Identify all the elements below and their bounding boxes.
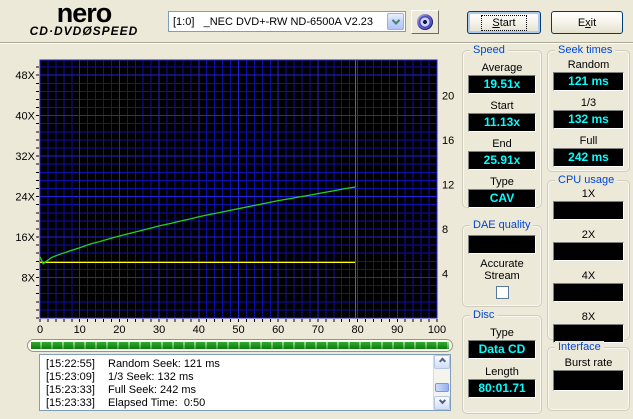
cpu-8x-label: 8X	[581, 311, 596, 323]
nero-cd-dvd-speed-logo: nero CD·DVDØSPEED	[6, 0, 162, 41]
full-seek-value: 242 ms	[553, 148, 624, 167]
dae-quality-group: DAE quality Accurate Stream	[462, 219, 542, 307]
dropdown-arrow-button[interactable]	[387, 13, 404, 30]
dae-quality-value	[468, 235, 536, 254]
chevron-up-icon	[438, 357, 446, 365]
svg-text:30: 30	[153, 324, 165, 336]
cpu-4x-value	[553, 283, 624, 302]
accurate-stream-checkbox[interactable]	[495, 286, 509, 299]
svg-text:48X: 48X	[15, 70, 35, 82]
interface-group-title: Interface	[555, 341, 604, 353]
scroll-up-button[interactable]	[434, 355, 450, 369]
cpu-usage-group-title: CPU usage	[555, 174, 618, 186]
disc-group: Disc Type Data CD Length 80:01.71	[462, 309, 542, 414]
cpu-usage-group: CPU usage 1X 2X 4X 8X	[547, 174, 630, 343]
svg-text:90: 90	[391, 324, 403, 336]
scrollbar-thumb[interactable]	[435, 383, 449, 392]
average-speed-label: Average	[481, 62, 523, 74]
svg-text:40X: 40X	[15, 111, 35, 123]
nero-cd-dvd-speed-window: nero CD·DVDØSPEED [1:0] _NEC DVD+-RW ND-…	[0, 0, 633, 419]
test-progress-fill	[31, 342, 449, 349]
cd-disc-icon	[417, 14, 433, 30]
svg-text:4: 4	[442, 269, 448, 281]
toolbar-separator	[0, 42, 633, 44]
end-speed-label: End	[492, 138, 512, 150]
svg-text:8: 8	[442, 224, 448, 236]
disc-glyph-icon: Ø	[82, 24, 93, 38]
log-line: [15:23:33] Full Seek: 242 ms	[46, 384, 197, 396]
start-speed-value: 11.13x	[468, 113, 536, 132]
svg-text:10: 10	[74, 324, 86, 336]
cpu-4x-label: 4X	[581, 270, 596, 282]
speed-type-value: CAV	[468, 189, 536, 208]
scroll-down-button[interactable]	[434, 396, 450, 410]
cpu-1x-value	[553, 201, 624, 220]
svg-text:50: 50	[232, 324, 244, 336]
svg-text:12: 12	[442, 180, 454, 192]
test-log-listbox[interactable]: [15:22:55] Random Seek: 121 ms [15:23:09]…	[39, 354, 451, 411]
log-line: [15:22:55] Random Seek: 121 ms	[46, 358, 220, 370]
svg-text:70: 70	[312, 324, 324, 336]
chevron-down-icon	[391, 15, 400, 25]
speed-group: Speed Average 19.51x Start 11.13x End 25…	[462, 44, 542, 208]
svg-text:8X: 8X	[22, 273, 36, 285]
scrollbar-track[interactable]	[434, 369, 450, 396]
disc-type-value: Data CD	[468, 340, 536, 359]
cpu-2x-value	[553, 242, 624, 261]
svg-text:40: 40	[193, 324, 205, 336]
logo-nero-text: nero	[56, 0, 113, 28]
svg-text:20: 20	[442, 91, 454, 103]
average-speed-value: 19.51x	[468, 75, 536, 94]
dae-quality-group-title: DAE quality	[470, 219, 534, 231]
log-scrollbar[interactable]	[433, 355, 450, 410]
accurate-stream-label: Accurate Stream	[480, 258, 524, 282]
disc-type-label: Type	[490, 327, 514, 339]
seek-times-group-title: Seek times	[555, 44, 616, 56]
cpu-1x-label: 1X	[581, 188, 596, 200]
disc-length-value: 80:01.71	[468, 379, 536, 398]
chevron-down-icon	[438, 396, 446, 404]
random-seek-value: 121 ms	[553, 72, 624, 91]
burst-rate-value	[553, 370, 624, 391]
svg-text:16: 16	[442, 135, 454, 147]
drive-select-dropdown[interactable]: [1:0] _NEC DVD+-RW ND-6500A V2.23	[168, 11, 406, 32]
svg-text:16X: 16X	[15, 232, 35, 244]
svg-text:32X: 32X	[15, 151, 35, 163]
interface-group: Interface Burst rate	[547, 341, 630, 411]
random-seek-label: Random	[567, 59, 610, 71]
exit-button[interactable]: Exit	[551, 11, 623, 34]
svg-text:24X: 24X	[15, 192, 35, 204]
svg-text:0: 0	[37, 324, 43, 336]
cpu-2x-label: 2X	[581, 229, 596, 241]
start-button[interactable]: Start	[467, 11, 541, 34]
speed-chart-area: 0 10 20 30 40 50 60 70 80 90 100 8X 16X 24X 32X 40X 48X 4…	[0, 45, 456, 341]
log-line: [15:23:33] Elapsed Time: 0:50	[46, 397, 206, 409]
logo-cddvdspeed-text: CD·DVDØSPEED	[29, 24, 139, 38]
svg-text:100: 100	[428, 324, 446, 336]
speed-type-label: Type	[490, 176, 514, 188]
svg-text:80: 80	[351, 324, 363, 336]
svg-text:20: 20	[113, 324, 125, 336]
speed-group-title: Speed	[470, 44, 508, 56]
burst-rate-label: Burst rate	[564, 357, 613, 369]
one-third-seek-label: 1/3	[580, 97, 597, 109]
full-seek-label: Full	[579, 135, 598, 147]
disc-group-title: Disc	[470, 309, 498, 321]
drive-select-value: [1:0] _NEC DVD+-RW ND-6500A V2.23	[173, 15, 374, 28]
svg-text:60: 60	[272, 324, 284, 336]
end-speed-value: 25.91x	[468, 151, 536, 170]
test-progress-bar	[27, 339, 453, 352]
start-speed-label: Start	[490, 100, 514, 112]
log-line: [15:23:09] 1/3 Seek: 132 ms	[46, 371, 194, 383]
one-third-seek-value: 132 ms	[553, 110, 624, 129]
speed-chart: 0 10 20 30 40 50 60 70 80 90 100 8X 16X 24X 32X 40X 48X 4…	[15, 59, 454, 336]
disc-info-button[interactable]	[411, 10, 439, 34]
seek-times-group: Seek times Random 121 ms 1/3 132 ms Full…	[547, 44, 630, 172]
disc-length-label: Length	[485, 366, 519, 378]
